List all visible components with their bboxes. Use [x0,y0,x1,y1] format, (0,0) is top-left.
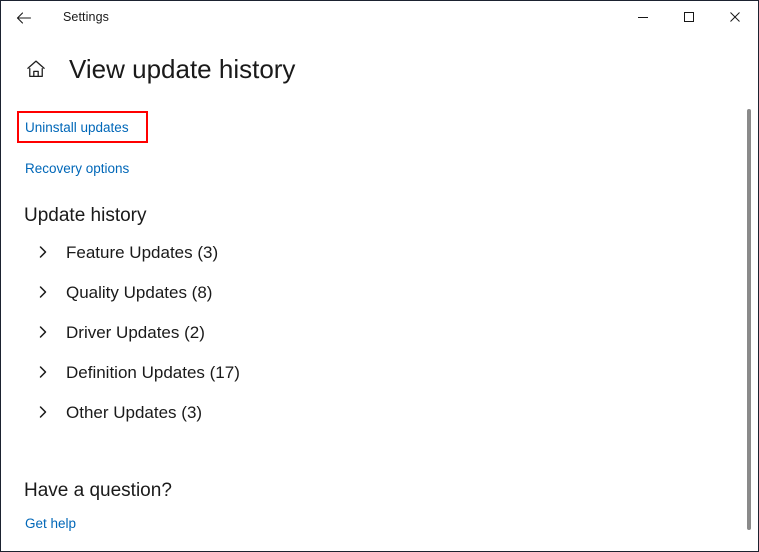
recovery-options-link[interactable]: Recovery options [25,162,129,176]
back-arrow-icon [15,9,33,27]
have-a-question-heading: Have a question? [24,480,172,501]
page-title: View update history [69,54,296,84]
chevron-right-icon [32,321,54,343]
update-category-label: Definition Updates (17) [66,362,240,382]
chevron-right-icon [32,361,54,383]
chevron-right-icon [32,281,54,303]
update-category-quality-updates[interactable]: Quality Updates (8) [32,272,452,312]
update-category-label: Other Updates (3) [66,402,203,422]
scrollbar-thumb[interactable] [747,109,751,530]
minimize-icon [637,11,649,23]
back-button[interactable] [1,2,47,34]
page-header: View update history [23,56,295,82]
update-history-list: Feature Updates (3) Quality Updates (8) … [32,232,452,432]
update-category-label: Feature Updates (3) [66,242,219,262]
update-category-label: Quality Updates (8) [66,282,213,302]
close-button[interactable] [712,1,758,33]
update-category-other-updates[interactable]: Other Updates (3) [32,392,452,432]
minimize-button[interactable] [620,1,666,33]
chevron-right-icon [32,401,54,423]
update-category-driver-updates[interactable]: Driver Updates (2) [32,312,452,352]
update-history-heading: Update history [24,205,147,226]
chevron-right-icon [32,241,54,263]
maximize-icon [683,11,695,23]
title-bar: Settings [1,1,758,34]
update-category-definition-updates[interactable]: Definition Updates (17) [32,352,452,392]
vertical-scrollbar[interactable] [741,34,757,551]
update-category-feature-updates[interactable]: Feature Updates (3) [32,232,452,272]
content-area: View update history Uninstall updates Re… [1,34,758,551]
get-help-link[interactable]: Get help [25,517,76,531]
maximize-button[interactable] [666,1,712,33]
settings-window: Settings View update history Uninstall u… [0,0,759,552]
close-icon [729,11,741,23]
home-icon[interactable] [23,56,49,82]
update-category-label: Driver Updates (2) [66,322,205,342]
window-title: Settings [63,10,109,25]
uninstall-updates-link[interactable]: Uninstall updates [25,121,129,135]
window-controls [620,1,758,33]
